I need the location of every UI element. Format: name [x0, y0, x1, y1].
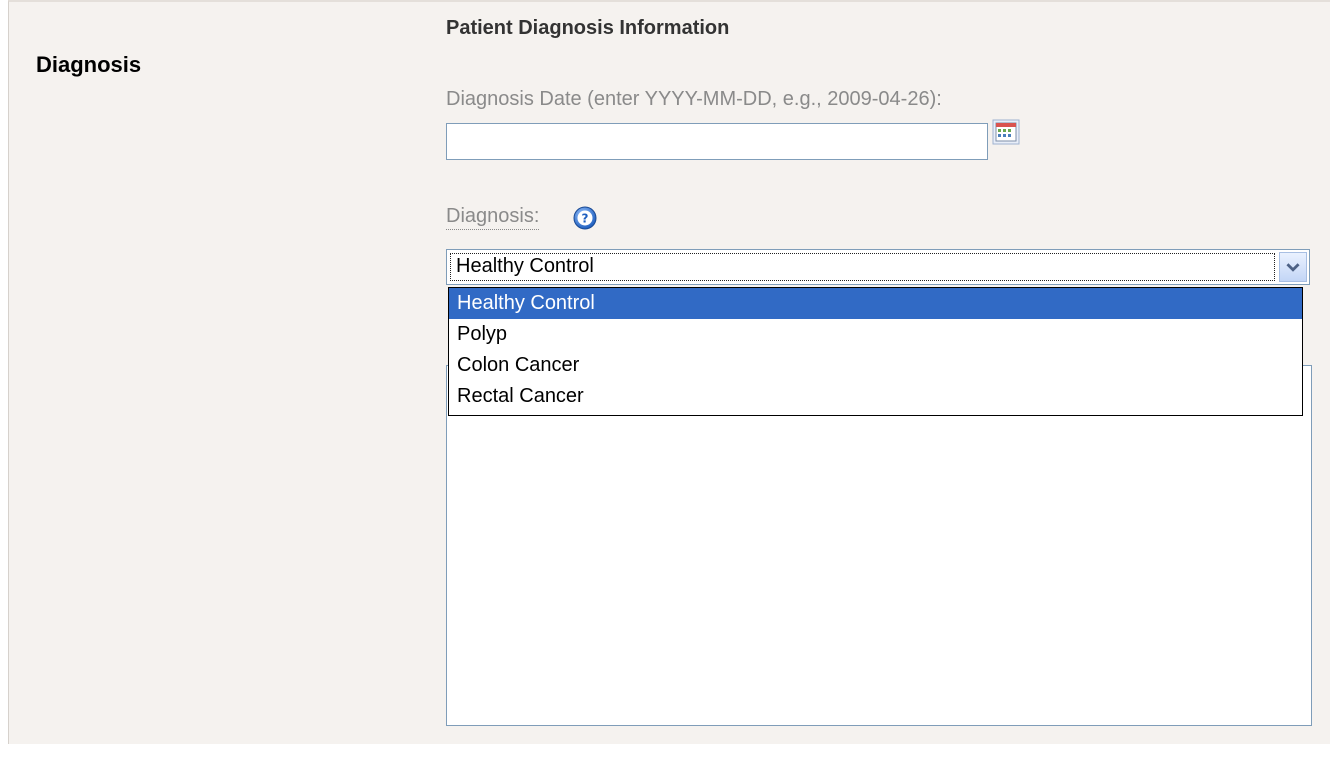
diagnosis-date-input[interactable] [446, 123, 988, 160]
notes-textarea[interactable] [446, 365, 1312, 726]
diagnosis-label-group: Diagnosis: ? [446, 205, 597, 237]
chevron-down-icon[interactable] [1279, 252, 1307, 282]
diagnosis-select[interactable]: Healthy Control [446, 249, 1310, 285]
diagnosis-date-label: Diagnosis Date (enter YYYY-MM-DD, e.g., … [446, 88, 942, 110]
section-title: Diagnosis [36, 52, 142, 77]
help-icon[interactable]: ? [572, 205, 598, 231]
diagnosis-label: Diagnosis: [446, 205, 540, 230]
option-polyp[interactable]: Polyp [449, 319, 1302, 350]
option-rectal-cancer[interactable]: Rectal Cancer [449, 381, 1302, 412]
svg-text:?: ? [582, 212, 589, 226]
diagnosis-dropdown-list: Healthy Control Polyp Colon Cancer Recta… [448, 287, 1303, 416]
form-heading: Patient Diagnosis Information [446, 17, 730, 39]
option-healthy-control[interactable]: Healthy Control [449, 288, 1302, 319]
diagnosis-panel: Diagnosis Patient Diagnosis Information … [8, 0, 1330, 744]
calendar-icon[interactable] [992, 119, 1020, 145]
option-colon-cancer[interactable]: Colon Cancer [449, 350, 1302, 381]
diagnosis-select-value: Healthy Control [456, 255, 594, 277]
